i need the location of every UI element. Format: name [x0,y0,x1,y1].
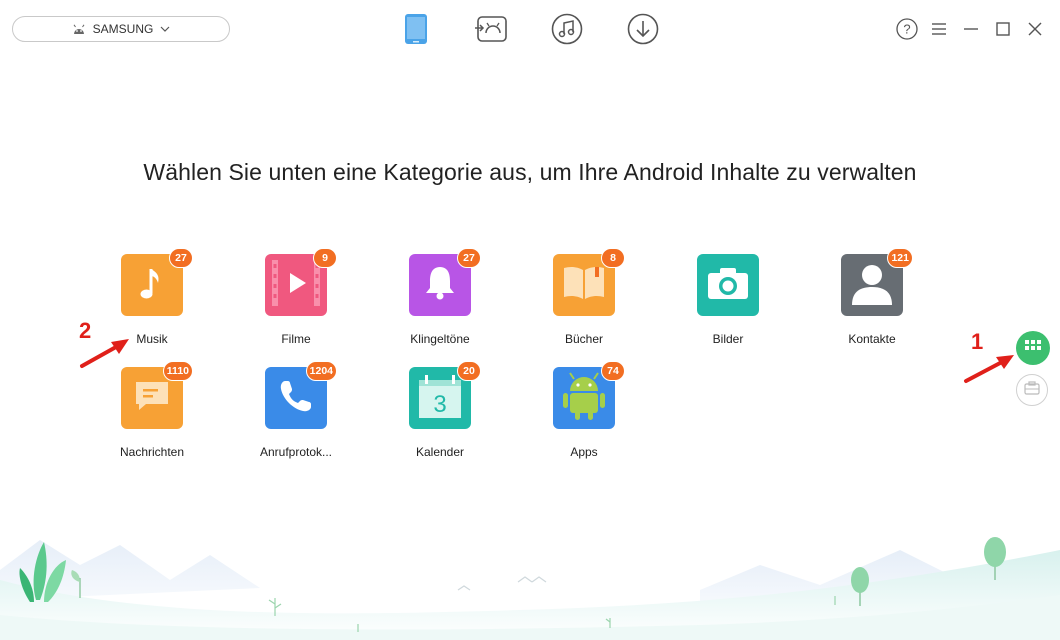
minimize-icon[interactable] [960,18,982,40]
kalender-tile[interactable]: 3 20 [409,361,481,429]
klingeltoene-tile[interactable]: 27 [409,248,481,316]
count-badge: 9 [313,248,337,268]
bell-icon [423,264,457,307]
kontakte-tile[interactable]: 121 [841,248,913,316]
device-manager-icon[interactable] [398,12,434,46]
category-nachrichten[interactable]: 1110 Nachrichten [92,361,212,459]
book-icon [561,265,607,306]
category-label: Kontakte [848,332,896,346]
svg-text:3: 3 [433,391,446,418]
maximize-icon[interactable] [992,18,1014,40]
count-badge: 74 [601,361,625,381]
camera-icon [706,265,750,306]
calendar-icon: 3 [415,372,465,425]
buecher-tile[interactable]: 8 [553,248,625,316]
category-anrufprotokoll[interactable]: 1204 Anrufprotok... [236,361,356,459]
device-selector[interactable]: SAMSUNG [12,16,230,42]
svg-text:?: ? [903,22,910,37]
film-icon [272,259,320,311]
musik-tile[interactable]: 27 [121,248,193,316]
grid-icon [1025,339,1041,357]
music-note-icon [135,263,169,308]
bilder-tile[interactable] [697,254,759,316]
briefcase-icon [1024,380,1040,400]
red-arrow-icon [964,355,1014,383]
category-label: Apps [570,445,598,459]
category-klingeltoene[interactable]: 27 Klingeltöne [380,248,500,346]
count-badge: 20 [457,361,481,381]
page-title: Wählen Sie unten eine Kategorie aus, um … [143,159,917,185]
help-button[interactable]: ? [896,18,918,40]
filme-tile[interactable]: 9 [265,248,337,316]
device-name: SAMSUNG [92,22,154,36]
category-apps[interactable]: 74 Apps [524,361,644,459]
message-icon [132,379,172,418]
category-filme[interactable]: 9 Filme [236,248,356,346]
download-icon[interactable] [625,12,661,46]
count-badge: 121 [887,248,913,268]
anrufprotokoll-tile[interactable]: 1204 [265,361,337,429]
nachrichten-tile[interactable]: 1110 [121,361,193,429]
android-icon [72,24,86,35]
count-badge: 27 [457,248,481,268]
android-robot-icon [561,371,607,426]
android-transfer-icon[interactable] [473,12,509,46]
category-label: Bücher [564,332,604,346]
category-bilder[interactable]: Bilder [668,254,788,346]
red-arrow-icon [80,339,129,368]
chevron-down-icon [160,26,170,32]
category-label: Bilder [712,332,744,346]
category-kontakte[interactable]: 121 Kontakte [812,248,932,346]
category-buecher[interactable]: 8 Bücher [524,248,644,346]
category-musik[interactable]: 27 Musik [92,248,212,346]
menu-icon[interactable] [928,18,950,40]
contact-person-icon [849,261,895,310]
apps-tile[interactable]: 74 [553,361,625,429]
category-label: Filme [281,332,311,346]
count-badge: 8 [601,248,625,268]
category-label: Nachrichten [119,445,185,459]
category-view-button[interactable] [1016,331,1050,365]
landscape-illustration [0,537,1060,640]
toolkit-button[interactable] [1016,374,1048,406]
count-badge: 27 [169,248,193,268]
count-badge: 1204 [305,361,337,381]
media-icon[interactable] [549,12,585,46]
count-badge: 1110 [162,361,193,381]
phone-icon [277,377,315,420]
category-label: Kalender [415,445,465,459]
category-kalender[interactable]: 3 20 Kalender [380,361,500,459]
close-icon[interactable] [1024,18,1046,40]
category-label: Anrufprotok... [259,445,333,459]
category-label: Klingeltöne [410,332,470,346]
